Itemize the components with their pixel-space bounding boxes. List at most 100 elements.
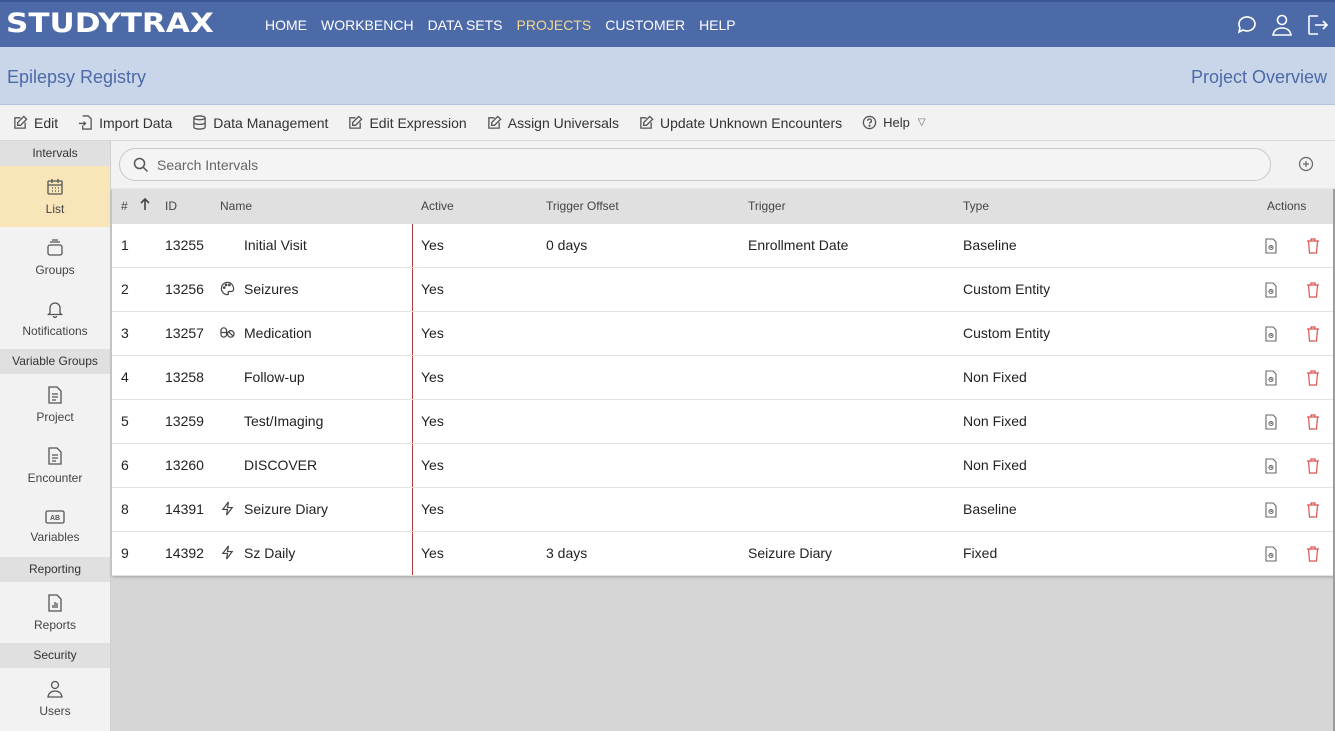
cell-name[interactable]: Seizure Diary (244, 501, 328, 517)
table-row[interactable]: 3 13257 Medication Yes Custom Entity (112, 312, 1334, 356)
app-logo[interactable]: STUDYTRAX (6, 10, 214, 37)
delete-trash-icon[interactable] (1306, 502, 1320, 518)
cell-name[interactable]: DISCOVER (244, 457, 317, 473)
search-input[interactable] (157, 156, 1257, 174)
nav-help[interactable]: HELP (699, 17, 736, 33)
nav-data-sets[interactable]: DATA SETS (428, 17, 503, 33)
header-type[interactable]: Type (963, 199, 989, 213)
logout-icon[interactable] (1305, 13, 1329, 37)
sidebar-section-reporting: Reporting (0, 557, 110, 582)
delete-trash-icon[interactable] (1306, 326, 1320, 342)
table-body: 1 13255 Initial Visit Yes 0 days Enrollment D… (112, 224, 1334, 576)
sidebar-item-encounter[interactable]: Encounter (0, 435, 110, 496)
sidebar-item-label: Project (36, 409, 74, 424)
view-document-icon[interactable] (1264, 282, 1278, 298)
assign-universals-button[interactable]: Assign Universals (487, 115, 619, 131)
cell-name[interactable]: Follow-up (244, 369, 305, 385)
toolbar: Edit Import Data Data Management Edit Ex… (0, 105, 1335, 141)
cell-active: Yes (421, 237, 444, 253)
view-document-icon[interactable] (1264, 238, 1278, 254)
top-nav-bar: STUDYTRAX HOME WORKBENCH DATA SETS PROJE… (0, 0, 1335, 47)
header-trigger-offset[interactable]: Trigger Offset (546, 199, 619, 213)
sidebar-item-label: Encounter (27, 470, 83, 485)
update-unknown-encounters-label: Update Unknown Encounters (660, 114, 843, 131)
delete-trash-icon[interactable] (1306, 546, 1320, 562)
cell-num: 9 (121, 545, 129, 561)
chat-icon[interactable] (1235, 13, 1259, 37)
search-box (119, 148, 1271, 181)
view-document-icon[interactable] (1264, 326, 1278, 342)
view-document-icon[interactable] (1264, 414, 1278, 430)
header-id[interactable]: ID (165, 199, 177, 213)
nav-home[interactable]: HOME (265, 17, 307, 33)
document-icon (48, 385, 62, 404)
import-data-button[interactable]: Import Data (78, 115, 172, 131)
delete-trash-icon[interactable] (1306, 370, 1320, 386)
sidebar-item-project[interactable]: Project (0, 374, 110, 435)
header-actions: Actions (1267, 199, 1307, 213)
view-document-icon[interactable] (1264, 546, 1278, 562)
ab-tag-icon: AB (45, 509, 65, 524)
view-document-icon[interactable] (1264, 502, 1278, 518)
cell-type: Baseline (963, 501, 1017, 517)
chevron-down-icon: ▽ (917, 117, 926, 128)
table-row[interactable]: 8 14391 Seizure Diary Yes Baseline (112, 488, 1334, 532)
cell-name[interactable]: Sz Daily (244, 545, 295, 561)
delete-trash-icon[interactable] (1306, 282, 1320, 298)
pencil-square-icon (487, 115, 502, 129)
nav-customer[interactable]: CUSTOMER (605, 17, 685, 33)
sidebar-item-reports[interactable]: Reports (0, 582, 110, 643)
table-row[interactable]: 2 13256 Seizures Yes Custom Entity (112, 268, 1334, 312)
cell-name[interactable]: Test/Imaging (244, 413, 323, 429)
sort-up-arrow-icon[interactable] (139, 197, 151, 211)
file-import-icon (79, 115, 92, 130)
sidebar-item-label: Groups (35, 262, 75, 277)
sidebar-item-users[interactable]: Users (0, 668, 110, 729)
cell-id: 14392 (165, 545, 204, 561)
delete-trash-icon[interactable] (1306, 458, 1320, 474)
table-row[interactable]: 6 13260 DISCOVER Yes Non Fixed (112, 444, 1334, 488)
plus-circle-icon (1298, 156, 1314, 172)
cell-type: Custom Entity (963, 325, 1051, 341)
sidebar-item-variables[interactable]: AB Variables (0, 496, 110, 557)
header-name[interactable]: Name (220, 199, 252, 213)
data-management-button[interactable]: Data Management (192, 115, 328, 131)
cell-num: 5 (121, 413, 129, 429)
table-row[interactable]: 4 13258 Follow-up Yes Non Fixed (112, 356, 1334, 400)
project-title: Epilepsy Registry (7, 67, 147, 87)
edit-button[interactable]: Edit (13, 115, 58, 131)
table-row[interactable]: 1 13255 Initial Visit Yes 0 days Enrollment D… (112, 224, 1334, 268)
header-active[interactable]: Active (421, 199, 454, 213)
cell-active: Yes (421, 501, 444, 517)
header-trigger[interactable]: Trigger (748, 199, 786, 213)
nav-projects[interactable]: PROJECTS (517, 17, 592, 33)
cell-id: 13260 (165, 457, 204, 473)
add-interval-button[interactable] (1298, 156, 1314, 172)
sidebar-item-groups[interactable]: Groups (0, 227, 110, 288)
sidebar-item-list[interactable]: List (0, 166, 110, 227)
sidebar-section-variable-groups: Variable Groups (0, 349, 110, 374)
cell-num: 4 (121, 369, 129, 385)
delete-trash-icon[interactable] (1306, 238, 1320, 254)
update-unknown-encounters-button[interactable]: Update Unknown Encounters (639, 115, 842, 131)
delete-trash-icon[interactable] (1306, 414, 1320, 430)
cell-name[interactable]: Medication (244, 325, 312, 341)
cell-name[interactable]: Seizures (244, 281, 298, 297)
cell-id: 13258 (165, 369, 204, 385)
sidebar-item-notifications[interactable]: Notifications (0, 288, 110, 349)
nav-workbench[interactable]: WORKBENCH (321, 17, 414, 33)
calendar-icon (47, 178, 63, 195)
table-row[interactable]: 5 13259 Test/Imaging Yes Non Fixed (112, 400, 1334, 444)
cell-active: Yes (421, 413, 444, 429)
view-document-icon[interactable] (1264, 370, 1278, 386)
table-row[interactable]: 9 14392 Sz Daily Yes 3 days Seizure Diary Fixe… (112, 532, 1334, 576)
edit-expression-button[interactable]: Edit Expression (348, 115, 467, 131)
cell-name[interactable]: Initial Visit (244, 237, 307, 253)
help-dropdown[interactable]: Help ▽ (862, 115, 926, 130)
view-document-icon[interactable] (1264, 458, 1278, 474)
import-data-label: Import Data (99, 114, 173, 131)
user-icon[interactable] (1270, 13, 1294, 37)
header-num[interactable]: # (121, 199, 128, 213)
pencil-square-icon (349, 115, 363, 129)
cell-active: Yes (421, 281, 444, 297)
